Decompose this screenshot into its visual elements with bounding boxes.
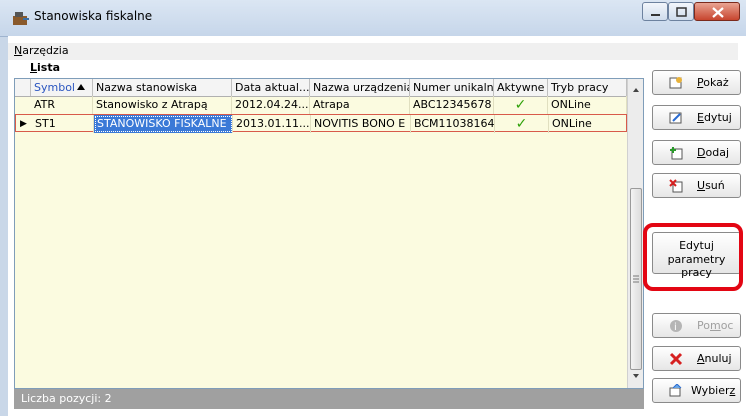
help-button[interactable]: i Pomoc bbox=[652, 313, 741, 338]
current-row-indicator-icon: ▶ bbox=[20, 119, 27, 129]
grid-header: Symbol Nazwa stanowiska Data aktual... N… bbox=[15, 79, 627, 97]
cell-numer: ABC12345678 bbox=[410, 96, 494, 114]
cell-nazwa: Stanowisko z Atrapą bbox=[93, 96, 232, 114]
svg-text:i: i bbox=[674, 322, 677, 333]
view-icon bbox=[669, 77, 682, 89]
maximize-button[interactable] bbox=[668, 2, 694, 21]
annotation-highlight-frame bbox=[643, 223, 743, 291]
cell-nazwa-focused[interactable]: STANOWISKO FISKALNE bbox=[94, 115, 233, 133]
active-check-icon: ✓ bbox=[494, 96, 548, 114]
col-symbol-header[interactable]: Symbol bbox=[31, 79, 93, 96]
sort-ascending-icon bbox=[77, 84, 85, 90]
edit-button[interactable]: Edytuj bbox=[652, 105, 741, 130]
minimize-button[interactable] bbox=[642, 2, 668, 21]
add-button[interactable]: Dodaj bbox=[652, 140, 741, 165]
col-data-header[interactable]: Data aktual... bbox=[232, 79, 310, 96]
minimize-icon bbox=[651, 14, 660, 16]
cell-tryb: ONLine bbox=[549, 115, 628, 133]
status-bar: Liczba pozycji: 2 bbox=[14, 389, 644, 409]
scrollbar-thumb[interactable] bbox=[630, 188, 642, 370]
cell-tryb: ONLine bbox=[548, 96, 627, 114]
cell-numer: BCM11038164 bbox=[411, 115, 495, 133]
vertical-scrollbar[interactable] bbox=[627, 79, 644, 388]
edit-icon bbox=[669, 112, 682, 124]
menu-bar: Narzędzia bbox=[8, 43, 738, 60]
row-indicator-header bbox=[15, 79, 31, 96]
cell-urzadzenie: Atrapa bbox=[310, 96, 410, 114]
cancel-button[interactable]: Anuluj bbox=[652, 346, 741, 371]
add-icon bbox=[670, 147, 683, 160]
cancel-icon bbox=[669, 352, 683, 366]
delete-icon bbox=[669, 179, 683, 193]
cell-urzadzenie: NOVITIS BONO E bbox=[311, 115, 411, 133]
table-row-selected[interactable]: ▶ ST1 STANOWISKO FISKALNE 2013.01.11... … bbox=[15, 114, 628, 133]
table-row[interactable]: ATR Stanowisko z Atrapą 2012.04.24... At… bbox=[15, 96, 627, 114]
delete-button[interactable]: Usuń bbox=[652, 173, 741, 198]
cell-symbol: ST1 bbox=[32, 115, 94, 133]
menu-narzedzia[interactable]: Narzędzia bbox=[14, 44, 69, 57]
col-aktywne-header[interactable]: Aktywne bbox=[494, 79, 548, 96]
grip-icon bbox=[633, 275, 639, 283]
col-urzadzenie-header[interactable]: Nazwa urządzenia bbox=[310, 79, 410, 96]
help-icon: i bbox=[670, 320, 682, 333]
maximize-icon bbox=[676, 7, 687, 17]
select-icon bbox=[669, 384, 682, 397]
stations-grid[interactable]: Symbol Nazwa stanowiska Data aktual... N… bbox=[14, 78, 644, 389]
close-icon bbox=[712, 7, 724, 18]
cell-data: 2013.01.11... bbox=[233, 115, 311, 133]
scroll-up-icon[interactable] bbox=[628, 83, 644, 97]
col-numer-header[interactable]: Numer unikalny bbox=[410, 79, 494, 96]
show-button[interactable]: Pokaż bbox=[652, 70, 741, 95]
active-check-icon: ✓ bbox=[495, 115, 549, 133]
cell-data: 2012.04.24... bbox=[232, 96, 310, 114]
window-title: Stanowiska fiskalne bbox=[34, 9, 153, 23]
col-nazwa-header[interactable]: Nazwa stanowiska bbox=[93, 79, 232, 96]
title-bar: Stanowiska fiskalne bbox=[0, 0, 746, 37]
select-button[interactable]: Wybierz bbox=[652, 378, 741, 403]
col-tryb-header[interactable]: Tryb pracy bbox=[548, 79, 627, 96]
list-section-label: Lista bbox=[30, 61, 61, 74]
cash-register-icon bbox=[13, 12, 29, 25]
scroll-down-icon[interactable] bbox=[628, 369, 644, 383]
close-button[interactable] bbox=[694, 2, 740, 21]
cell-symbol: ATR bbox=[31, 96, 93, 114]
